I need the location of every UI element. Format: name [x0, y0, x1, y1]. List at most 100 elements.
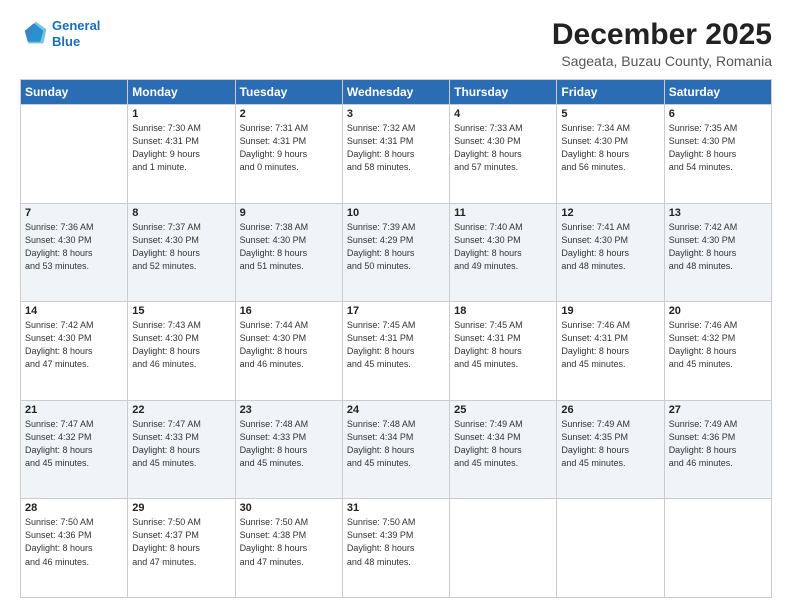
day-info: Sunrise: 7:48 AM Sunset: 4:34 PM Dayligh… [347, 418, 445, 470]
weekday-header-cell: Friday [557, 80, 664, 105]
calendar-cell [664, 499, 771, 598]
calendar-table: SundayMondayTuesdayWednesdayThursdayFrid… [20, 79, 772, 598]
calendar-cell: 23 Sunrise: 7:48 AM Sunset: 4:33 PM Dayli… [235, 400, 342, 499]
header: General Blue December 2025 Sageata, Buza… [20, 18, 772, 69]
day-info: Sunrise: 7:42 AM Sunset: 4:30 PM Dayligh… [669, 221, 767, 273]
day-info: Sunrise: 7:30 AM Sunset: 4:31 PM Dayligh… [132, 122, 230, 174]
day-number: 14 [25, 305, 123, 317]
calendar-cell: 14Sunrise: 7:42 AM Sunset: 4:30 PM Dayli… [21, 302, 128, 401]
day-info: Sunrise: 7:49 AM Sunset: 4:34 PM Dayligh… [454, 418, 552, 470]
day-number: 10 [347, 207, 445, 219]
calendar-cell [21, 105, 128, 204]
day-number: 24 [347, 404, 445, 416]
day-number: 3 [347, 108, 445, 120]
day-number: 22 [132, 404, 230, 416]
day-info: Sunrise: 7:46 AM Sunset: 4:31 PM Dayligh… [561, 319, 659, 371]
calendar-cell: 15 Sunrise: 7:43 AM Sunset: 4:30 PM Dayli… [128, 302, 235, 401]
day-number: 21 [25, 404, 123, 416]
page: General Blue December 2025 Sageata, Buza… [0, 0, 792, 612]
calendar-cell: 1 Sunrise: 7:30 AM Sunset: 4:31 PM Daylig… [128, 105, 235, 204]
calendar-cell: 27 Sunrise: 7:49 AM Sunset: 4:36 PM Dayli… [664, 400, 771, 499]
calendar-cell: 28Sunrise: 7:50 AM Sunset: 4:36 PM Dayli… [21, 499, 128, 598]
day-number: 31 [347, 502, 445, 514]
day-number: 9 [240, 207, 338, 219]
day-number: 15 [132, 305, 230, 317]
day-number: 7 [25, 207, 123, 219]
calendar-cell: 2 Sunrise: 7:31 AM Sunset: 4:31 PM Daylig… [235, 105, 342, 204]
day-number: 30 [240, 502, 338, 514]
weekday-header-cell: Monday [128, 80, 235, 105]
day-number: 6 [669, 108, 767, 120]
day-info: Sunrise: 7:35 AM Sunset: 4:30 PM Dayligh… [669, 122, 767, 174]
calendar-cell: 22 Sunrise: 7:47 AM Sunset: 4:33 PM Dayli… [128, 400, 235, 499]
weekday-header-cell: Sunday [21, 80, 128, 105]
day-number: 16 [240, 305, 338, 317]
calendar-cell: 9Sunrise: 7:38 AM Sunset: 4:30 PM Daylig… [235, 203, 342, 302]
day-info: Sunrise: 7:49 AM Sunset: 4:35 PM Dayligh… [561, 418, 659, 470]
day-info: Sunrise: 7:46 AM Sunset: 4:32 PM Dayligh… [669, 319, 767, 371]
day-info: Sunrise: 7:47 AM Sunset: 4:33 PM Dayligh… [132, 418, 230, 470]
calendar-cell: 13 Sunrise: 7:42 AM Sunset: 4:30 PM Dayli… [664, 203, 771, 302]
day-info: Sunrise: 7:31 AM Sunset: 4:31 PM Dayligh… [240, 122, 338, 174]
calendar-cell: 19 Sunrise: 7:46 AM Sunset: 4:31 PM Dayli… [557, 302, 664, 401]
weekday-header-cell: Tuesday [235, 80, 342, 105]
day-number: 23 [240, 404, 338, 416]
calendar-cell [557, 499, 664, 598]
logo-text: General Blue [52, 18, 100, 49]
day-number: 5 [561, 108, 659, 120]
day-number: 2 [240, 108, 338, 120]
day-info: Sunrise: 7:50 AM Sunset: 4:39 PM Dayligh… [347, 516, 445, 568]
weekday-header-cell: Wednesday [342, 80, 449, 105]
calendar-cell: 5 Sunrise: 7:34 AM Sunset: 4:30 PM Daylig… [557, 105, 664, 204]
day-info: Sunrise: 7:39 AM Sunset: 4:29 PM Dayligh… [347, 221, 445, 273]
day-number: 19 [561, 305, 659, 317]
day-number: 13 [669, 207, 767, 219]
calendar-cell: 10 Sunrise: 7:39 AM Sunset: 4:29 PM Dayli… [342, 203, 449, 302]
day-number: 4 [454, 108, 552, 120]
weekday-header-cell: Saturday [664, 80, 771, 105]
day-info: Sunrise: 7:48 AM Sunset: 4:33 PM Dayligh… [240, 418, 338, 470]
day-number: 29 [132, 502, 230, 514]
day-info: Sunrise: 7:34 AM Sunset: 4:30 PM Dayligh… [561, 122, 659, 174]
calendar-cell: 12Sunrise: 7:41 AM Sunset: 4:30 PM Dayli… [557, 203, 664, 302]
calendar-cell: 21Sunrise: 7:47 AM Sunset: 4:32 PM Dayli… [21, 400, 128, 499]
day-info: Sunrise: 7:41 AM Sunset: 4:30 PM Dayligh… [561, 221, 659, 273]
day-number: 20 [669, 305, 767, 317]
logo: General Blue [20, 18, 100, 49]
calendar-cell: 4 Sunrise: 7:33 AM Sunset: 4:30 PM Daylig… [450, 105, 557, 204]
day-info: Sunrise: 7:43 AM Sunset: 4:30 PM Dayligh… [132, 319, 230, 371]
day-info: Sunrise: 7:33 AM Sunset: 4:30 PM Dayligh… [454, 122, 552, 174]
day-info: Sunrise: 7:45 AM Sunset: 4:31 PM Dayligh… [347, 319, 445, 371]
day-number: 11 [454, 207, 552, 219]
title-block: December 2025 Sageata, Buzau County, Rom… [552, 18, 772, 69]
calendar-cell: 31 Sunrise: 7:50 AM Sunset: 4:39 PM Dayli… [342, 499, 449, 598]
day-number: 1 [132, 108, 230, 120]
day-info: Sunrise: 7:36 AM Sunset: 4:30 PM Dayligh… [25, 221, 123, 273]
calendar-cell: 3 Sunrise: 7:32 AM Sunset: 4:31 PM Daylig… [342, 105, 449, 204]
day-number: 26 [561, 404, 659, 416]
calendar-cell: 17 Sunrise: 7:45 AM Sunset: 4:31 PM Dayli… [342, 302, 449, 401]
day-info: Sunrise: 7:44 AM Sunset: 4:30 PM Dayligh… [240, 319, 338, 371]
day-info: Sunrise: 7:49 AM Sunset: 4:36 PM Dayligh… [669, 418, 767, 470]
day-info: Sunrise: 7:40 AM Sunset: 4:30 PM Dayligh… [454, 221, 552, 273]
day-info: Sunrise: 7:45 AM Sunset: 4:31 PM Dayligh… [454, 319, 552, 371]
day-number: 27 [669, 404, 767, 416]
calendar-cell: 25 Sunrise: 7:49 AM Sunset: 4:34 PM Dayli… [450, 400, 557, 499]
day-info: Sunrise: 7:37 AM Sunset: 4:30 PM Dayligh… [132, 221, 230, 273]
calendar-cell: 30Sunrise: 7:50 AM Sunset: 4:38 PM Dayli… [235, 499, 342, 598]
calendar-cell: 29Sunrise: 7:50 AM Sunset: 4:37 PM Dayli… [128, 499, 235, 598]
calendar-cell: 8Sunrise: 7:37 AM Sunset: 4:30 PM Daylig… [128, 203, 235, 302]
calendar-cell: 18 Sunrise: 7:45 AM Sunset: 4:31 PM Dayli… [450, 302, 557, 401]
day-number: 28 [25, 502, 123, 514]
day-number: 25 [454, 404, 552, 416]
day-number: 17 [347, 305, 445, 317]
calendar-cell: 11 Sunrise: 7:40 AM Sunset: 4:30 PM Dayli… [450, 203, 557, 302]
calendar-cell: 6 Sunrise: 7:35 AM Sunset: 4:30 PM Daylig… [664, 105, 771, 204]
day-info: Sunrise: 7:32 AM Sunset: 4:31 PM Dayligh… [347, 122, 445, 174]
calendar-cell: 24 Sunrise: 7:48 AM Sunset: 4:34 PM Dayli… [342, 400, 449, 499]
main-title: December 2025 [552, 18, 772, 51]
calendar-cell: 7 Sunrise: 7:36 AM Sunset: 4:30 PM Daylig… [21, 203, 128, 302]
calendar-cell: 26 Sunrise: 7:49 AM Sunset: 4:35 PM Dayli… [557, 400, 664, 499]
day-number: 18 [454, 305, 552, 317]
calendar-cell: 20 Sunrise: 7:46 AM Sunset: 4:32 PM Dayli… [664, 302, 771, 401]
